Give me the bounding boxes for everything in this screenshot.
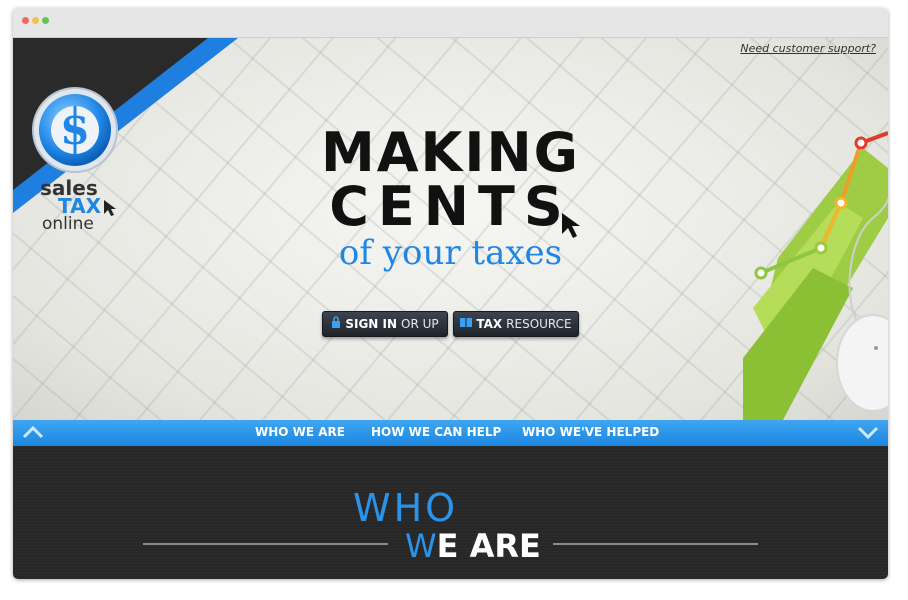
close-window-dot[interactable] bbox=[22, 17, 29, 24]
sign-in-label: SIGN IN bbox=[345, 317, 398, 331]
section-title-who: WHO bbox=[353, 486, 459, 530]
lock-icon bbox=[331, 312, 341, 336]
or-up-label: OR UP bbox=[401, 317, 439, 331]
nav-how-we-can-help[interactable]: HOW WE CAN HELP bbox=[371, 425, 501, 439]
minimize-window-dot[interactable] bbox=[32, 17, 39, 24]
tax-label: TAX bbox=[476, 317, 503, 331]
section-title-e-are: E ARE bbox=[436, 527, 541, 565]
who-we-are-section: WHO WE ARE bbox=[13, 446, 888, 579]
book-icon bbox=[460, 312, 473, 336]
growth-chart-mouse-illustration bbox=[743, 131, 888, 420]
title-rule-right bbox=[553, 543, 758, 545]
customer-support-link[interactable]: Need customer support? bbox=[740, 42, 876, 55]
section-title-we-are: WE ARE bbox=[405, 528, 541, 564]
scroll-down-chevron-icon[interactable] bbox=[856, 425, 880, 445]
section-title-w: W bbox=[405, 527, 437, 565]
browser-window: Need customer support? S sales TAX onlin… bbox=[13, 8, 888, 579]
title-rule-left bbox=[143, 543, 388, 545]
tax-resource-button[interactable]: TAX RESOURCE bbox=[453, 311, 579, 337]
nav-who-we-are[interactable]: WHO WE ARE bbox=[255, 425, 345, 439]
section-nav-bar: WHO WE ARE HOW WE CAN HELP WHO WE'VE HEL… bbox=[13, 420, 888, 446]
resource-label: RESOURCE bbox=[506, 317, 572, 331]
scroll-up-chevron-icon[interactable] bbox=[21, 424, 45, 444]
sign-in-button[interactable]: SIGN IN OR UP bbox=[322, 311, 448, 337]
maximize-window-dot[interactable] bbox=[42, 17, 49, 24]
nav-who-weve-helped[interactable]: WHO WE'VE HELPED bbox=[522, 425, 659, 439]
browser-chrome bbox=[13, 8, 888, 38]
hero-section: Need customer support? S sales TAX onlin… bbox=[13, 38, 888, 420]
